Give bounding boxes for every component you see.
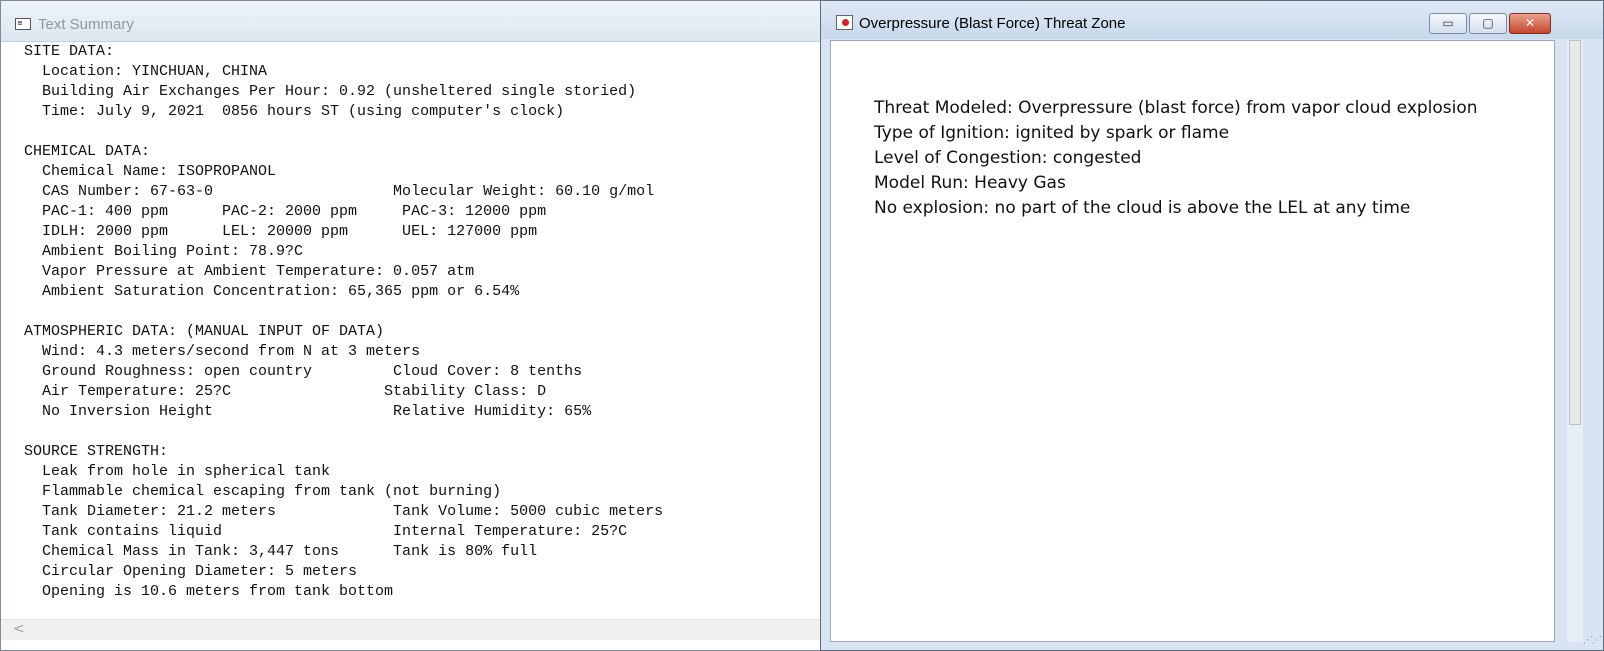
text-summary-window: ≡ Text Summary SITE DATA: Location: YINC… <box>0 0 822 651</box>
threat-zone-panel: Threat Modeled: Overpressure (blast forc… <box>830 40 1555 642</box>
ignition-type-line: Type of Ignition: ignited by spark or fl… <box>874 123 1230 143</box>
summary-text: SITE DATA: Location: YINCHUAN, CHINA Bui… <box>24 43 664 600</box>
threat-zone-window: Overpressure (Blast Force) Threat Zone ▭… <box>820 0 1604 651</box>
threat-zone-title: Overpressure (Blast Force) Threat Zone <box>859 15 1126 32</box>
document-icon: ≡ <box>15 18 31 30</box>
scrollbar-thumb[interactable] <box>1569 40 1581 425</box>
vertical-scrollbar[interactable] <box>1567 40 1583 642</box>
horizontal-scrollbar[interactable]: < <box>1 619 821 640</box>
scroll-left-icon[interactable]: < <box>13 621 25 637</box>
text-summary-title: Text Summary <box>38 16 134 33</box>
minimize-button[interactable]: ▭ <box>1429 13 1467 34</box>
threat-zone-titlebar[interactable]: Overpressure (Blast Force) Threat Zone ▭… <box>821 1 1603 39</box>
model-run-line: Model Run: Heavy Gas <box>874 173 1066 193</box>
congestion-level-line: Level of Congestion: congested <box>874 148 1142 168</box>
threat-modeled-line: Threat Modeled: Overpressure (blast forc… <box>874 98 1478 118</box>
threat-zone-icon <box>836 15 853 30</box>
resize-grip-icon[interactable]: ⋰⋰ <box>1583 635 1602 646</box>
text-summary-titlebar[interactable]: ≡ Text Summary <box>1 1 821 42</box>
explosion-status-line: No explosion: no part of the cloud is ab… <box>874 198 1411 218</box>
maximize-button[interactable]: ▢ <box>1469 13 1507 34</box>
close-button[interactable]: ✕ <box>1509 13 1551 34</box>
